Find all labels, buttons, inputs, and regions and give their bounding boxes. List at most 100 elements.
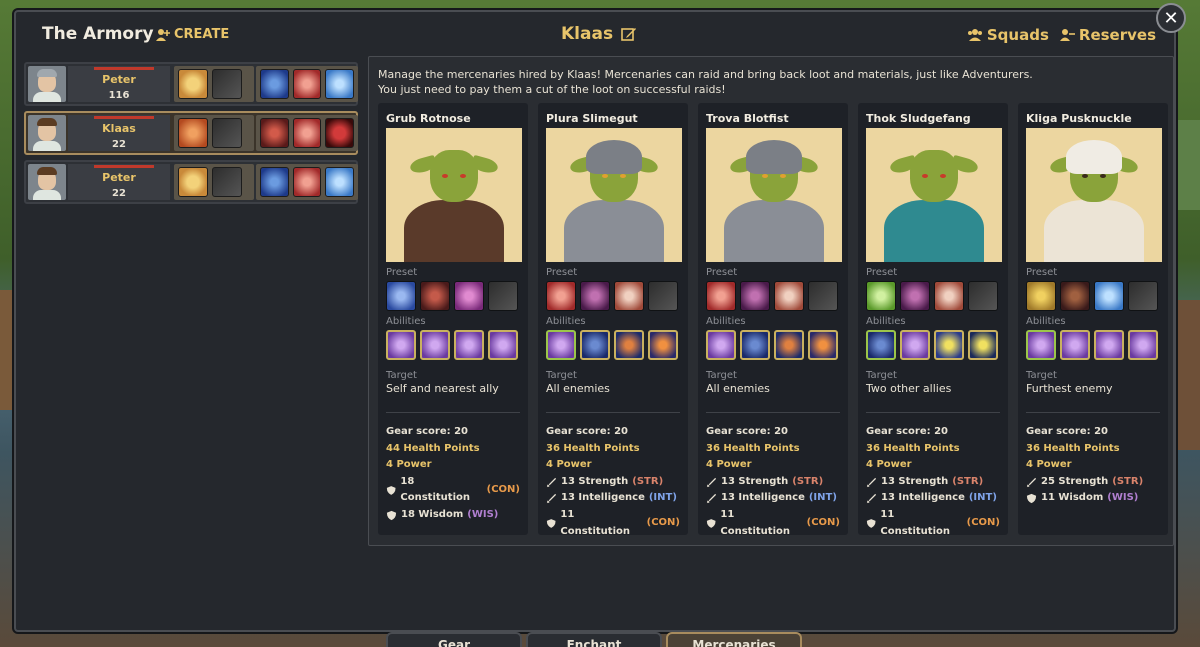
roster-name-box: Peter 116 [68, 66, 170, 102]
water-icon[interactable] [740, 330, 770, 360]
health-points: 36 Health Points [866, 442, 960, 454]
crystal-icon[interactable] [1026, 330, 1056, 360]
bow-icon[interactable] [808, 281, 838, 311]
sword-icon [866, 494, 877, 504]
health-points: 36 Health Points [1026, 442, 1120, 454]
power: 4 Power [546, 459, 592, 471]
target-value: All enemies [706, 382, 770, 395]
stat-value: 13 Intelligence [721, 492, 805, 504]
crystal-icon[interactable] [900, 330, 930, 360]
claw-icon[interactable] [454, 281, 484, 311]
stats-block: Gear score: 20 36 Health Points 4 Power … [866, 424, 1000, 540]
page-title: The Armory [42, 24, 154, 44]
mercenary-card[interactable]: Thok Sludgefang Preset Abilities Target … [858, 103, 1008, 537]
shield-icon [386, 510, 397, 520]
stat-value: 13 Intelligence [881, 492, 965, 504]
lightning-icon[interactable] [934, 330, 964, 360]
tab-enchant[interactable]: Enchant [526, 632, 662, 647]
close-button[interactable]: ✕ [1156, 3, 1186, 33]
blood-orb-icon[interactable] [325, 118, 355, 148]
figure-icon[interactable] [260, 118, 289, 148]
figure-icon[interactable] [420, 281, 450, 311]
reserves-button[interactable]: Reserves [1059, 26, 1156, 44]
figure-icon[interactable] [900, 281, 930, 311]
mercenary-card[interactable]: Grub Rotnose Preset Abilities Target Sel… [378, 103, 528, 535]
nature-icon[interactable] [866, 281, 896, 311]
water-icon[interactable] [580, 330, 610, 360]
crystal-icon[interactable] [1128, 330, 1158, 360]
slash-icon[interactable] [934, 281, 964, 311]
swirl-icon[interactable] [546, 281, 576, 311]
stat-value: 11 Wisdom [1041, 492, 1104, 504]
ability-icons [1026, 330, 1160, 360]
dash-icon[interactable] [1094, 281, 1124, 311]
crystal-icon[interactable] [454, 330, 484, 360]
fire-icon[interactable] [648, 330, 678, 360]
tab-mercenaries[interactable]: Mercenaries [666, 632, 802, 647]
stat-line: 11 Constitution (CON) [546, 507, 680, 540]
figure-icon[interactable] [580, 281, 610, 311]
crystal-icon[interactable] [706, 330, 736, 360]
bow-icon[interactable] [1128, 281, 1158, 311]
shield-icon [866, 519, 876, 528]
mercenary-name: Trova Blotfist [706, 112, 789, 125]
figure-icon[interactable] [740, 281, 770, 311]
target-label: Target [866, 370, 897, 381]
flame-icon[interactable] [774, 330, 804, 360]
flame-icon[interactable] [614, 330, 644, 360]
roster-row[interactable]: Peter 22 [24, 160, 358, 204]
bottom-tabs: Gear Enchant Mercenaries [386, 632, 802, 647]
ability-icons [706, 330, 840, 360]
bow-icon[interactable] [968, 281, 998, 311]
eye-icon[interactable] [260, 167, 289, 197]
crystal-icon[interactable] [546, 330, 576, 360]
axe-icon[interactable] [212, 69, 242, 99]
mercenary-card[interactable]: Plura Slimegut Preset Abilities Target A… [538, 103, 688, 537]
swirl-icon[interactable] [706, 281, 736, 311]
tab-gear[interactable]: Gear [386, 632, 522, 647]
sword-icon [546, 477, 557, 487]
crystal-icon[interactable] [386, 330, 416, 360]
mercenaries-panel: Manage the mercenaries hired by Klaas! M… [368, 56, 1174, 546]
swirl-icon[interactable] [292, 69, 322, 99]
preset-slots [174, 115, 254, 151]
roster-row[interactable]: Peter 116 [24, 62, 358, 106]
slash-icon[interactable] [774, 281, 804, 311]
squads-button[interactable]: Squads [967, 26, 1049, 44]
water-icon[interactable] [866, 330, 896, 360]
add-user-icon [156, 28, 170, 41]
axe-icon[interactable] [212, 167, 242, 197]
sun-icon[interactable] [178, 167, 208, 197]
preset-slots [174, 164, 254, 200]
mercenary-name: Kliga Pusknuckle [1026, 112, 1132, 125]
orb-icon[interactable] [325, 167, 355, 197]
ability-slots [256, 115, 358, 151]
swirl-icon[interactable] [292, 118, 322, 148]
eye-icon[interactable] [260, 69, 289, 99]
bow-icon[interactable] [648, 281, 678, 311]
crossed-swords-icon[interactable] [178, 118, 208, 148]
create-button[interactable]: CREATE [155, 27, 229, 42]
figure-icon[interactable] [1060, 281, 1090, 311]
edit-icon[interactable] [621, 26, 637, 42]
crystal-icon[interactable] [420, 330, 450, 360]
orb-icon[interactable] [325, 69, 355, 99]
mercenary-card[interactable]: Kliga Pusknuckle Preset Abilities Target… [1018, 103, 1168, 535]
bow-icon[interactable] [212, 118, 242, 148]
swirl-icon[interactable] [292, 167, 322, 197]
crystal-icon[interactable] [1094, 330, 1124, 360]
slash-icon[interactable] [386, 281, 416, 311]
mercenary-card[interactable]: Trova Blotfist Preset Abilities Target A… [698, 103, 848, 537]
roster-row[interactable]: Klaas 22 [24, 111, 358, 155]
bolt-icon[interactable] [968, 330, 998, 360]
ability-icons [386, 330, 520, 360]
fire-icon[interactable] [808, 330, 838, 360]
crystal-icon[interactable] [1060, 330, 1090, 360]
crystal-icon[interactable] [488, 330, 518, 360]
shield-icon [706, 519, 716, 528]
slash-icon[interactable] [614, 281, 644, 311]
rune-icon[interactable] [1026, 281, 1056, 311]
axe-icon[interactable] [488, 281, 518, 311]
hero-level: 22 [112, 139, 126, 150]
sun-icon[interactable] [178, 69, 208, 99]
